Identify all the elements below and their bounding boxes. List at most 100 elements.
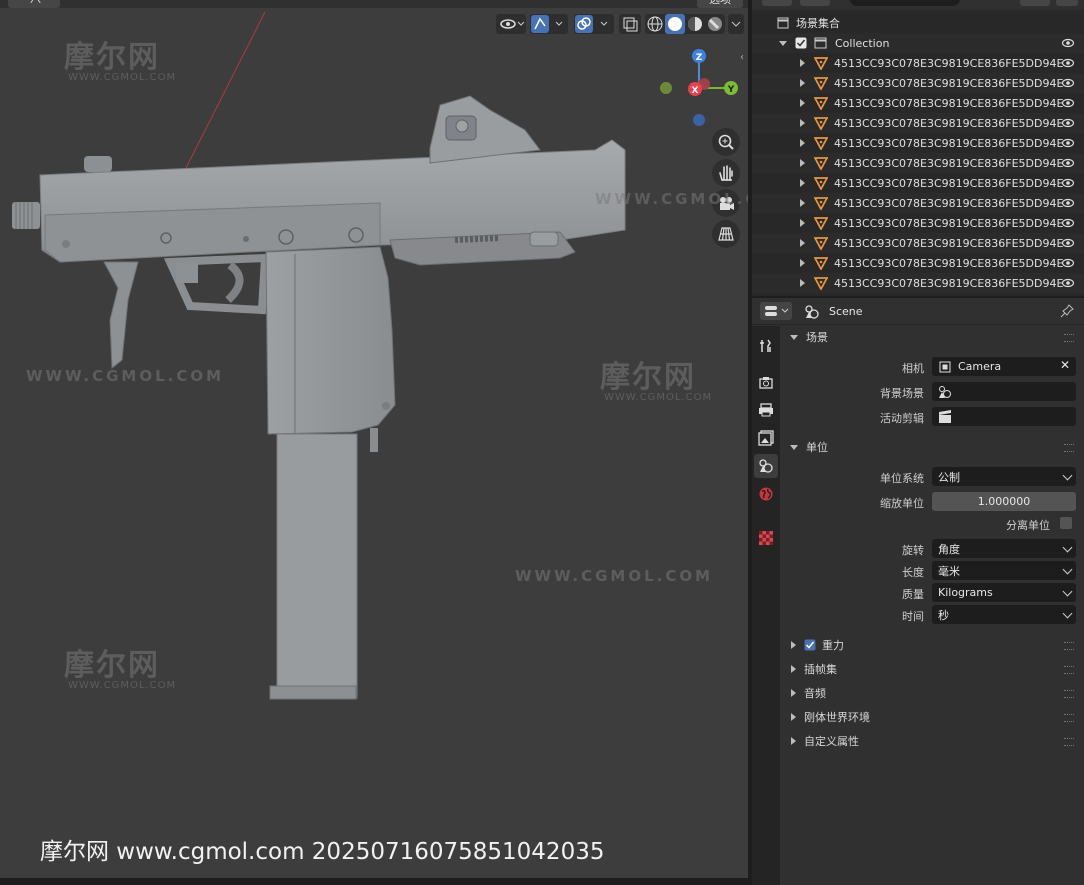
audio-panel-header[interactable]: 音频 [782,682,1082,704]
scene-collection-row[interactable]: 场景集合 [752,13,1084,33]
eye-icon[interactable] [1062,137,1074,149]
eye-icon[interactable] [1062,257,1074,269]
unit-scale-input[interactable]: 1.000000 [932,492,1076,511]
background-scene-field[interactable] [932,382,1076,401]
object-row[interactable]: 4513CC93C078E3C9819CE836FE5DD94E [752,153,1084,173]
panel-expand-toggle[interactable] [790,444,798,450]
object-row[interactable]: 4513CC93C078E3C9819CE836FE5DD94E [752,93,1084,113]
watermark-logo: 摩尔网 [600,360,696,395]
object-expand-toggle[interactable] [800,159,805,167]
3d-viewport[interactable]: 八 选项 Z X Y ‹ [0,0,748,878]
tab-output[interactable] [754,398,778,422]
panel-expand-toggle[interactable] [791,665,796,673]
eye-icon[interactable] [1062,277,1074,289]
object-row[interactable]: 4513CC93C078E3C9819CE836FE5DD94E [752,173,1084,193]
unit-system-dropdown[interactable]: 公制 [932,467,1076,486]
properties-icon [765,306,789,316]
tab-view-layer[interactable] [754,426,778,450]
tab-texture[interactable] [754,526,778,550]
object-expand-toggle[interactable] [800,139,805,147]
object-row[interactable]: 4513CC93C078E3C9819CE836FE5DD94E [752,113,1084,133]
new-collection-button[interactable] [1056,0,1078,6]
eye-icon[interactable] [1062,77,1074,89]
rotation-dropdown[interactable]: 角度 [932,539,1076,558]
panel-drag-handle[interactable] [1064,334,1074,342]
tab-world[interactable] [754,482,778,506]
outliner-panel[interactable]: 场景集合 Collection 4513CC93C078E3C9819CE836… [752,0,1084,296]
mesh-object-icon [814,77,828,90]
separate-units-checkbox[interactable] [1060,517,1072,529]
object-expand-toggle[interactable] [800,179,805,187]
rigid-body-world-panel-header[interactable]: 刚体世界环境 [782,706,1082,728]
pin-icon[interactable] [1060,304,1074,318]
panel-expand-toggle[interactable] [791,641,796,649]
display-mode-button[interactable] [800,0,830,6]
panel-expand-toggle[interactable] [790,334,798,340]
custom-properties-panel-header[interactable]: 自定义属性 [782,730,1082,752]
eye-icon[interactable] [1062,217,1074,229]
length-dropdown[interactable]: 毫米 [932,561,1076,580]
panel-drag-handle[interactable] [1064,714,1074,722]
object-expand-toggle[interactable] [800,259,805,267]
filter-button[interactable] [1020,0,1050,6]
object-expand-toggle[interactable] [800,99,805,107]
object-expand-toggle[interactable] [800,239,805,247]
panel-drag-handle[interactable] [1064,444,1074,452]
outliner-search-input[interactable] [850,0,960,6]
eye-icon[interactable] [1062,177,1074,189]
tab-scene[interactable] [754,454,778,478]
object-row[interactable]: 4513CC93C078E3C9819CE836FE5DD94E [752,133,1084,153]
eye-icon[interactable] [1062,97,1074,109]
panel-drag-handle[interactable] [1064,642,1074,650]
eye-icon[interactable] [1062,117,1074,129]
collection-row[interactable]: Collection [752,33,1084,53]
active-clip-field[interactable] [932,407,1076,426]
object-row[interactable]: 4513CC93C078E3C9819CE836FE5DD94E [752,213,1084,233]
eye-icon[interactable] [1062,57,1074,69]
units-panel-header[interactable]: 单位 [782,436,1082,458]
eye-icon[interactable] [1062,237,1074,249]
chevron-down-icon [1062,564,1073,575]
object-row[interactable]: 4513CC93C078E3C9819CE836FE5DD94E [752,73,1084,93]
panel-expand-toggle[interactable] [791,737,796,745]
object-row[interactable]: 4513CC93C078E3C9819CE836FE5DD94E [752,253,1084,273]
gravity-panel-header[interactable]: 重力 [782,634,1082,656]
object-expand-toggle[interactable] [800,119,805,127]
object-label: 4513CC93C078E3C9819CE836FE5DD94E [834,236,1064,250]
properties-editor-type-button[interactable] [760,302,792,320]
object-row[interactable]: 4513CC93C078E3C9819CE836FE5DD94E [752,193,1084,213]
object-row[interactable]: 4513CC93C078E3C9819CE836FE5DD94E [752,233,1084,253]
scene-panel-header[interactable]: 场景 [782,326,1082,348]
panel-expand-toggle[interactable] [791,713,796,721]
panel-drag-handle[interactable] [1064,690,1074,698]
collection-expand-toggle[interactable] [779,40,787,46]
tab-render[interactable] [754,370,778,394]
eye-icon[interactable] [1062,197,1074,209]
gun-model[interactable] [0,0,748,878]
properties-panel[interactable]: Scene 场景 相机 Camera ✕ 背景场景 活动剪辑 单位 单位系统 公… [752,298,1084,885]
eye-icon[interactable] [1062,157,1074,169]
rigid-body-world-panel-title: 刚体世界环境 [804,711,870,724]
keying-sets-panel-header[interactable]: 插帧集 [782,658,1082,680]
panel-drag-handle[interactable] [1064,738,1074,746]
clear-camera-icon[interactable]: ✕ [1060,358,1070,372]
camera-object-icon [939,361,951,372]
tab-tool[interactable] [754,334,778,358]
object-expand-toggle[interactable] [800,279,805,287]
panel-drag-handle[interactable] [1064,666,1074,674]
time-dropdown[interactable]: 秒 [932,605,1076,624]
object-expand-toggle[interactable] [800,79,805,87]
object-expand-toggle[interactable] [800,59,805,67]
mass-dropdown[interactable]: Kilograms [932,583,1076,602]
panel-expand-toggle[interactable] [791,689,796,697]
object-expand-toggle[interactable] [800,199,805,207]
object-row[interactable]: 4513CC93C078E3C9819CE836FE5DD94E [752,53,1084,73]
collection-checkbox[interactable] [795,37,807,49]
object-expand-toggle[interactable] [800,219,805,227]
camera-field[interactable]: Camera ✕ [932,357,1076,376]
object-label: 4513CC93C078E3C9819CE836FE5DD94E [834,96,1064,110]
editor-type-button[interactable] [762,0,792,6]
eye-icon[interactable] [1062,37,1074,49]
gravity-checkbox[interactable] [804,639,816,651]
object-row[interactable]: 4513CC93C078E3C9819CE836FE5DD94E [752,273,1084,293]
